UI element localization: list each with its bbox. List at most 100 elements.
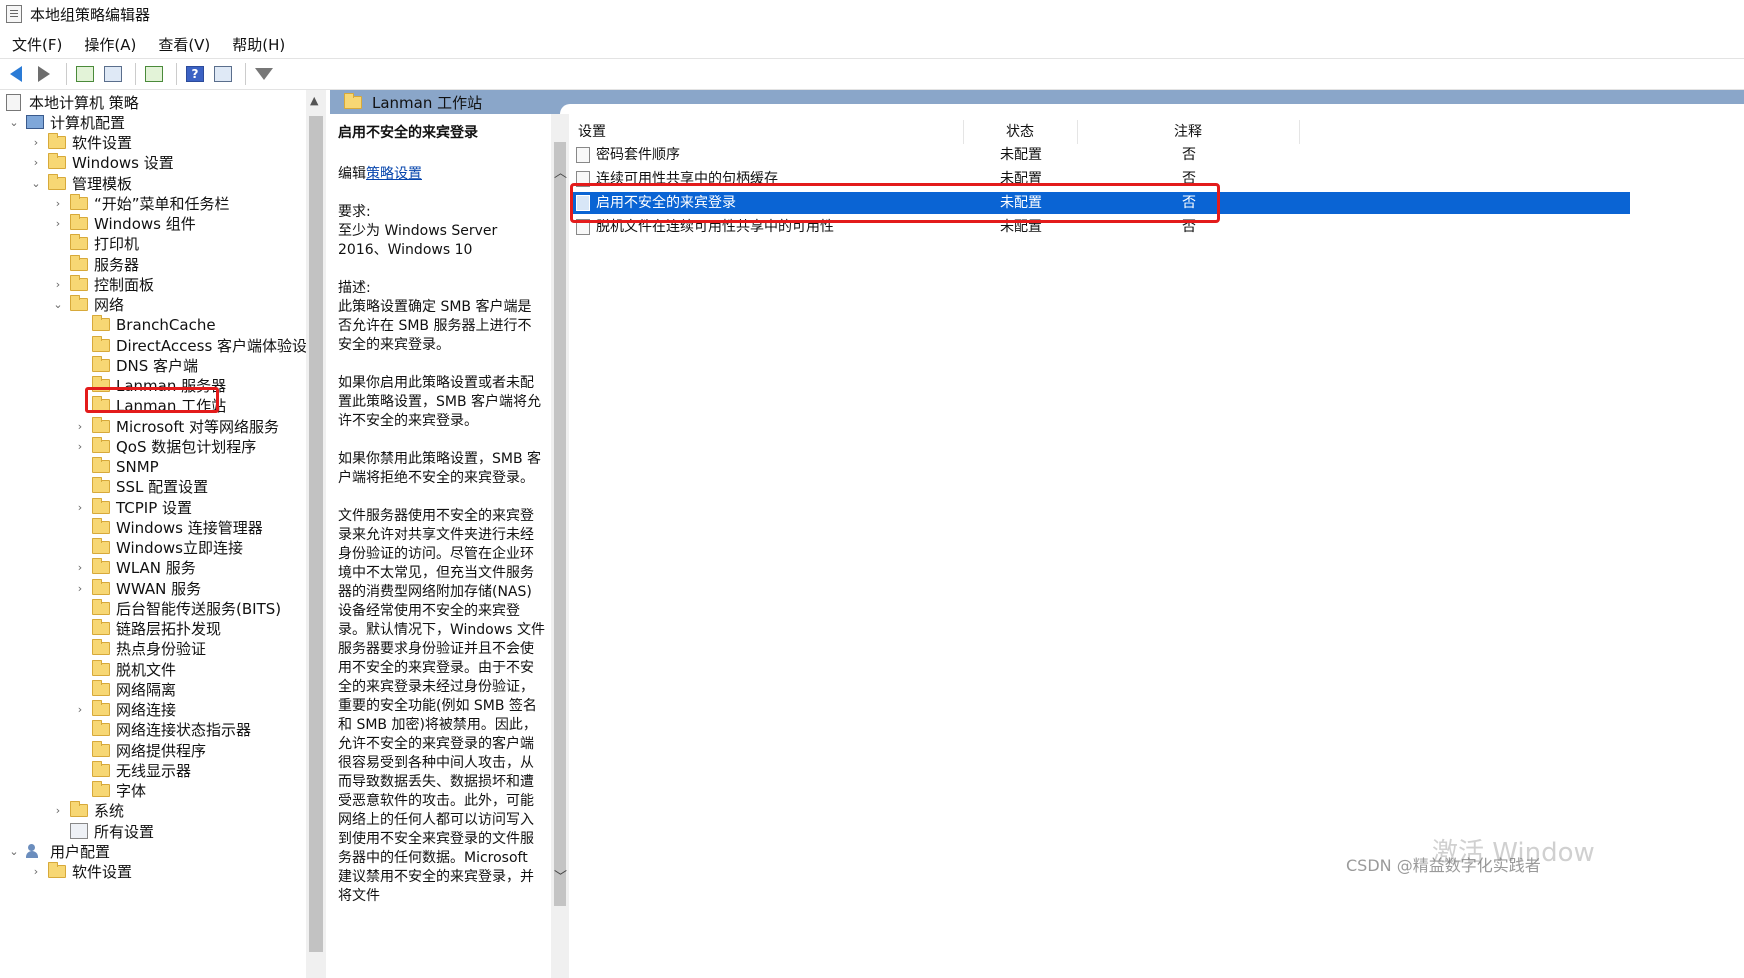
tree-item-label: Microsoft 对等网络服务 (116, 417, 280, 436)
toolbar-separator (245, 63, 246, 85)
menu-file[interactable]: 文件(F) (0, 34, 72, 55)
tree-item[interactable]: 后台智能传送服务(BITS) (74, 598, 281, 618)
tree-item[interactable]: DNS 客户端 (74, 355, 198, 375)
tree-item[interactable]: › 软件设置 (30, 133, 132, 153)
tree-item[interactable]: ⌄ 用户配置 (8, 841, 110, 861)
tree-item[interactable]: › WLAN 服务 (74, 558, 196, 578)
show-hide-tree-icon[interactable] (101, 62, 125, 86)
chevron-down-icon[interactable]: ⌄ (8, 116, 20, 129)
folder-icon (92, 659, 110, 676)
tree-item[interactable]: 所有设置 (52, 821, 154, 841)
scroll-down-chevron-icon[interactable]: ﹀ (554, 866, 567, 885)
chevron-right-icon[interactable]: › (74, 561, 86, 574)
chevron-right-icon[interactable]: › (74, 440, 86, 453)
tree-item[interactable]: 本地计算机 策略 (6, 92, 139, 112)
tree-item[interactable]: ⌄ 网络 (52, 295, 124, 315)
policy-doc-icon (6, 93, 21, 111)
chevron-right-icon[interactable]: › (74, 420, 86, 433)
chevron-right-icon[interactable]: › (52, 197, 64, 210)
chevron-right-icon[interactable]: › (52, 217, 64, 230)
chevron-right-icon[interactable]: › (52, 804, 64, 817)
tree-item[interactable]: ⌄ 计算机配置 (8, 112, 125, 132)
tree-item[interactable]: 网络隔离 (74, 679, 176, 699)
tree-item[interactable]: Windows立即连接 (74, 538, 243, 558)
tree-item[interactable]: DirectAccess 客户端体验设置 (74, 335, 322, 355)
tree-item[interactable]: 无线显示器 (74, 760, 191, 780)
chevron-down-icon[interactable]: ⌄ (52, 298, 64, 311)
tree-item-label: WLAN 服务 (116, 559, 196, 578)
chevron-down-icon[interactable]: ⌄ (8, 845, 20, 858)
forward-arrow-icon[interactable] (32, 62, 56, 86)
tree-item[interactable]: 网络连接状态指示器 (74, 720, 251, 740)
tree-item[interactable]: › “开始”菜单和任务栏 (52, 193, 230, 213)
help-icon[interactable]: ? (183, 62, 207, 86)
tree-item[interactable]: 热点身份验证 (74, 639, 206, 659)
scroll-up-chevron-icon[interactable]: ︿ (554, 162, 567, 181)
tree-item-label: 所有设置 (94, 822, 155, 841)
description-scroll-thumb[interactable] (554, 142, 566, 906)
column-comment[interactable]: 注释 (1174, 120, 1300, 144)
tree-item-label: 软件设置 (72, 134, 133, 152)
tree-scroll-thumb[interactable] (309, 116, 323, 952)
tree-item[interactable]: › 软件设置 (30, 862, 132, 882)
tree-item[interactable]: SNMP (74, 457, 159, 477)
tree-item[interactable]: › TCPIP 设置 (74, 497, 192, 517)
column-state[interactable]: 状态 (1006, 120, 1078, 144)
tree-item[interactable]: 链路层拓扑发现 (74, 619, 221, 639)
up-folder-icon[interactable] (73, 62, 97, 86)
all-settings-icon (70, 823, 88, 839)
chevron-right-icon[interactable]: › (74, 582, 86, 595)
tree-item-label: 字体 (116, 782, 147, 800)
extended-description: 启用不安全的来宾登录 编辑策略设置 要求: 至少为 Windows Server … (330, 114, 551, 978)
chevron-right-icon[interactable]: › (30, 136, 42, 149)
chevron-right-icon[interactable]: › (30, 865, 42, 878)
tree-item[interactable]: 网络提供程序 (74, 740, 206, 760)
menu-help[interactable]: 帮助(H) (220, 34, 295, 55)
export-list-icon[interactable] (142, 62, 166, 86)
highlight-outline-row (570, 183, 1220, 223)
tree-item-label: DNS 客户端 (116, 356, 199, 375)
edit-policy-link[interactable]: 策略设置 (366, 166, 422, 182)
back-arrow-icon[interactable] (4, 62, 28, 86)
column-setting[interactable]: 设置 (578, 120, 964, 144)
tree-item[interactable]: ⌄ 管理模板 (30, 173, 132, 193)
folder-icon (92, 457, 110, 473)
tree-item[interactable]: BranchCache (74, 315, 216, 335)
tree-item[interactable]: › Windows 组件 (52, 214, 196, 234)
tree-item[interactable]: 服务器 (52, 254, 139, 274)
setting-row[interactable]: 密码套件顺序 未配置 否 (570, 144, 1630, 166)
tree-item-label: TCPIP 设置 (116, 498, 193, 517)
tree-item[interactable]: SSL 配置设置 (74, 477, 208, 497)
chevron-down-icon[interactable]: ⌄ (30, 177, 42, 190)
menu-view[interactable]: 查看(V) (146, 34, 220, 55)
filter-icon[interactable] (252, 62, 276, 86)
properties-icon[interactable] (211, 62, 235, 86)
folder-icon (70, 801, 88, 818)
chevron-right-icon[interactable]: › (74, 703, 86, 716)
tree-item[interactable]: › Microsoft 对等网络服务 (74, 416, 279, 436)
menu-action[interactable]: 操作(A) (72, 34, 146, 55)
policy-editor-app-icon (6, 5, 22, 23)
folder-icon (92, 335, 110, 352)
scroll-up-arrow-icon[interactable]: ▲ (310, 94, 318, 107)
tree-item[interactable]: › Windows 设置 (30, 153, 174, 173)
tree-item[interactable]: 打印机 (52, 234, 139, 254)
tree-item-label: Windows 设置 (72, 154, 174, 173)
tree-item[interactable]: › 控制面板 (52, 274, 154, 294)
folder-icon (92, 578, 110, 595)
setting-setting: 密码套件顺序 (596, 147, 680, 163)
description-scrollbar[interactable]: ︿ ﹀ (551, 114, 569, 978)
setting-comment: 否 (1182, 147, 1196, 163)
tree-item-label: 网络提供程序 (116, 741, 207, 760)
tree-item[interactable]: › 网络连接 (74, 700, 176, 720)
tree-item[interactable]: › QoS 数据包计划程序 (74, 436, 256, 456)
tree-item[interactable]: › WWAN 服务 (74, 578, 201, 598)
tree-item[interactable]: 字体 (74, 781, 146, 801)
chevron-right-icon[interactable]: › (74, 501, 86, 514)
chevron-right-icon[interactable]: › (52, 278, 64, 291)
tree-item[interactable]: 脱机文件 (74, 659, 176, 679)
tree-item[interactable]: Windows 连接管理器 (74, 517, 263, 537)
tree-item[interactable]: › 系统 (52, 801, 124, 821)
tree-scrollbar[interactable]: ▲ (306, 90, 326, 978)
chevron-right-icon[interactable]: › (30, 156, 42, 169)
